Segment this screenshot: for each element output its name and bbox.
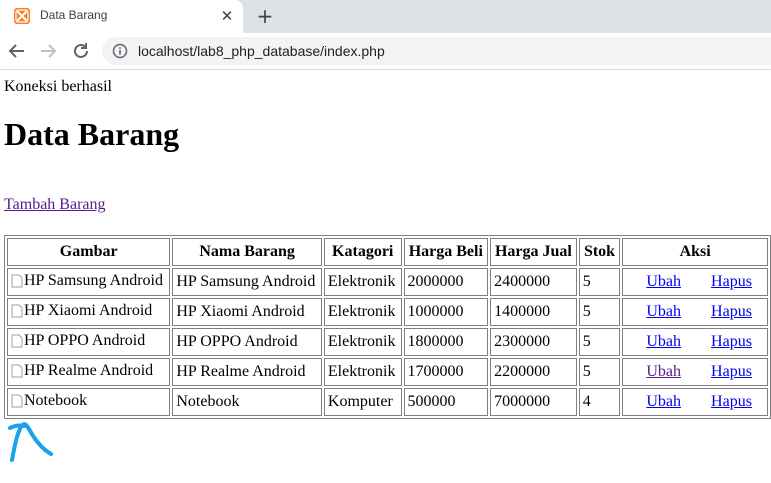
broken-image: HP Xiaomi Android <box>11 302 152 320</box>
aksi-cell: Ubah Hapus <box>622 388 768 416</box>
close-tab-icon[interactable]: ✕ <box>218 7 236 25</box>
url-text[interactable]: localhost/lab8_php_database/index.php <box>138 43 385 59</box>
ubah-link[interactable]: Ubah <box>646 303 681 321</box>
harga-beli-cell: 500000 <box>403 388 489 416</box>
kategori-cell: Elektronik <box>323 358 402 386</box>
broken-image: HP Samsung Android <box>11 272 163 290</box>
image-cell: Notebook <box>7 388 171 416</box>
kategori-cell: Elektronik <box>323 298 402 326</box>
hapus-link[interactable]: Hapus <box>711 303 752 321</box>
table-row: HP Xiaomi Android HP Xiaomi Android Elek… <box>7 298 768 326</box>
kategori-cell: Komputer <box>323 388 402 416</box>
harga-beli-cell: 1700000 <box>403 358 489 386</box>
broken-image: Notebook <box>11 392 87 410</box>
image-alt-text: HP Xiaomi Android <box>24 301 153 319</box>
ubah-link[interactable]: Ubah <box>646 393 681 411</box>
image-cell: HP Realme Android <box>7 358 171 386</box>
harga-jual-cell: 2300000 <box>490 328 577 356</box>
header-gambar: Gambar <box>7 238 171 266</box>
info-icon[interactable] <box>112 43 128 59</box>
hapus-link[interactable]: Hapus <box>711 393 752 411</box>
browser-toolbar: localhost/lab8_php_database/index.php <box>0 33 771 70</box>
address-bar[interactable]: localhost/lab8_php_database/index.php <box>102 37 771 65</box>
page-title: Data Barang <box>4 116 180 152</box>
aksi-cell: Ubah Hapus <box>622 268 768 296</box>
table-row: HP OPPO Android HP OPPO Android Elektron… <box>7 328 768 356</box>
nama-cell: Notebook <box>172 388 322 416</box>
table-row: HP Realme Android HP Realme Android Elek… <box>7 358 768 386</box>
stok-cell: 5 <box>578 268 621 296</box>
kategori-cell: Elektronik <box>323 328 402 356</box>
image-cell: HP Samsung Android <box>7 268 171 296</box>
add-item-link[interactable]: Tambah Barang <box>4 196 106 214</box>
image-cell: HP OPPO Android <box>7 328 171 356</box>
ubah-link[interactable]: Ubah <box>646 273 681 291</box>
stok-cell: 5 <box>578 298 621 326</box>
image-alt-text: HP Samsung Android <box>24 271 163 289</box>
image-alt-text: HP Realme Android <box>24 361 154 379</box>
header-aksi: Aksi <box>622 238 768 266</box>
broken-image-icon <box>11 334 23 347</box>
aksi-cell: Ubah Hapus <box>622 358 768 386</box>
ubah-link[interactable]: Ubah <box>646 363 681 381</box>
stok-cell: 5 <box>578 328 621 356</box>
hapus-link[interactable]: Hapus <box>711 363 752 381</box>
harga-beli-cell: 2000000 <box>403 268 489 296</box>
aksi-cell: Ubah Hapus <box>622 298 768 326</box>
reload-icon[interactable] <box>70 40 92 62</box>
table-header-row: Gambar Nama Barang Katagori Harga Beli H… <box>7 238 768 266</box>
hapus-link[interactable]: Hapus <box>711 273 752 291</box>
harga-beli-cell: 1000000 <box>403 298 489 326</box>
new-tab-icon[interactable]: + <box>254 5 276 27</box>
items-table: Gambar Nama Barang Katagori Harga Beli H… <box>4 235 771 419</box>
kategori-cell: Elektronik <box>323 268 402 296</box>
stok-cell: 5 <box>578 358 621 386</box>
pen-annotation-icon <box>8 422 53 462</box>
tab-bar: Data Barang ✕ + <box>0 0 771 33</box>
header-katagori: Katagori <box>323 238 402 266</box>
harga-jual-cell: 2200000 <box>490 358 577 386</box>
tab-title: Data Barang <box>40 8 108 22</box>
harga-beli-cell: 1800000 <box>403 328 489 356</box>
broken-image-icon <box>11 274 23 287</box>
xampp-favicon-icon <box>14 8 30 24</box>
header-nama-barang: Nama Barang <box>172 238 322 266</box>
image-alt-text: Notebook <box>24 391 88 409</box>
image-cell: HP Xiaomi Android <box>7 298 171 326</box>
harga-jual-cell: 1400000 <box>490 298 577 326</box>
broken-image: HP Realme Android <box>11 362 153 380</box>
broken-image-icon <box>11 364 23 377</box>
table-row: HP Samsung Android HP Samsung Android El… <box>7 268 768 296</box>
table-row: Notebook Notebook Komputer 500000 700000… <box>7 388 768 416</box>
nama-cell: HP Samsung Android <box>172 268 322 296</box>
nama-cell: HP Xiaomi Android <box>172 298 322 326</box>
aksi-cell: Ubah Hapus <box>622 328 768 356</box>
header-stok: Stok <box>578 238 621 266</box>
header-harga-beli: Harga Beli <box>403 238 489 266</box>
stok-cell: 4 <box>578 388 621 416</box>
connection-status: Koneksi berhasil <box>4 78 112 95</box>
header-harga-jual: Harga Jual <box>490 238 577 266</box>
nama-cell: HP Realme Android <box>172 358 322 386</box>
hapus-link[interactable]: Hapus <box>711 333 752 351</box>
harga-jual-cell: 2400000 <box>490 268 577 296</box>
browser-tab[interactable]: Data Barang ✕ <box>0 0 243 33</box>
ubah-link[interactable]: Ubah <box>646 333 681 351</box>
forward-arrow-icon[interactable] <box>37 40 59 62</box>
broken-image: HP OPPO Android <box>11 332 145 350</box>
harga-jual-cell: 7000000 <box>490 388 577 416</box>
broken-image-icon <box>11 394 23 407</box>
nama-cell: HP OPPO Android <box>172 328 322 356</box>
broken-image-icon <box>11 304 23 317</box>
back-arrow-icon[interactable] <box>6 40 28 62</box>
image-alt-text: HP OPPO Android <box>24 331 146 349</box>
